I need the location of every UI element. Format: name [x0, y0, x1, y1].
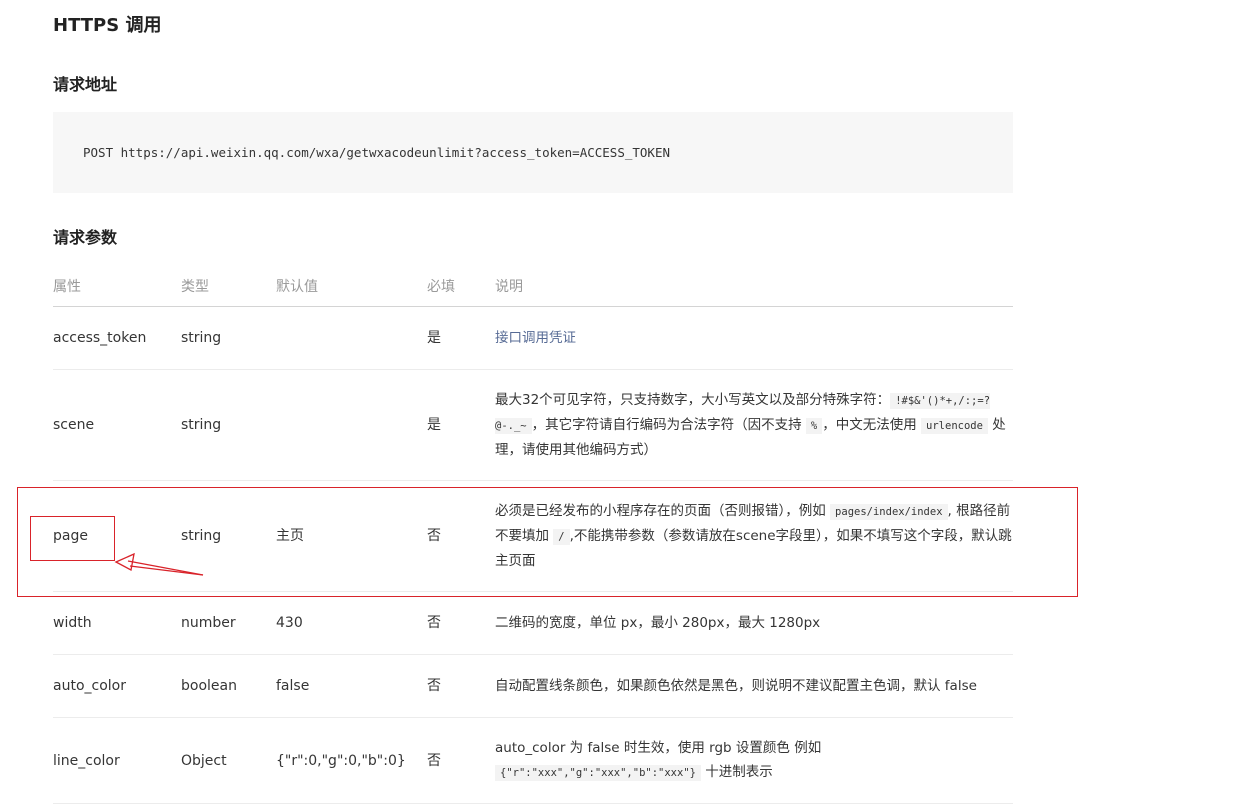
access-token-description: 接口调用凭证	[495, 330, 576, 346]
param-type: string	[181, 480, 276, 592]
param-default: 主页	[276, 480, 427, 592]
desc-text: ，中文无法使用	[822, 417, 917, 433]
desc-text: ，其它字符请自行编码为合法字符（因不支持	[531, 417, 802, 433]
param-name: access_token	[53, 306, 181, 370]
param-name: line_color	[53, 717, 181, 804]
column-header: 默认值	[276, 266, 427, 307]
desc-text: auto_color 为 false 时生效，使用 rgb 设置颜色 例如	[495, 740, 822, 756]
desc-text: ,不能携带参数（参数请放在scene字段里），如果不填写这个字段，默认跳主页面	[495, 528, 1012, 569]
column-header: 必填	[427, 266, 495, 307]
inline-code: %	[805, 418, 823, 434]
desc-text: 必须是已经发布的小程序存在的页面（否则报错），例如	[495, 503, 826, 519]
param-type: string	[181, 369, 276, 481]
param-default: 430	[276, 591, 427, 655]
table-row: width number 430 否 二维码的宽度，单位 px，最小 280px…	[53, 591, 1013, 655]
param-description: 接口调用凭证	[495, 306, 1013, 370]
table-row: page string 主页 否 必须是已经发布的小程序存在的页面（否则报错），…	[53, 480, 1013, 592]
param-name: auto_color	[53, 654, 181, 718]
param-required: 否	[427, 717, 495, 804]
param-type: string	[181, 306, 276, 370]
section-title: HTTPS 调用	[53, 15, 162, 36]
param-type: Object	[181, 717, 276, 804]
column-header: 说明	[495, 266, 1013, 307]
param-name: scene	[53, 369, 181, 481]
table-row: auto_color boolean false 否 自动配置线条颜色，如果颜色…	[53, 654, 1013, 718]
table-header-row: 属性 类型 默认值 必填 说明	[53, 266, 1013, 307]
inline-code: /	[553, 529, 570, 545]
param-required: 是	[427, 369, 495, 481]
param-description: 二维码的宽度，单位 px，最小 280px，最大 1280px	[495, 591, 1013, 655]
request-params-heading: 请求参数	[53, 228, 118, 247]
param-required: 否	[427, 480, 495, 592]
param-type: boolean	[181, 654, 276, 718]
param-required: 否	[427, 654, 495, 718]
inline-code: urlencode	[921, 418, 988, 434]
param-description: 自动配置线条颜色，如果颜色依然是黑色，则说明不建议配置主色调，默认 false	[495, 654, 1013, 718]
column-header: 属性	[53, 266, 181, 307]
inline-code: pages/index/index	[830, 504, 948, 520]
param-required: 是	[427, 306, 495, 370]
column-header: 类型	[181, 266, 276, 307]
request-url-heading: 请求地址	[53, 75, 118, 94]
desc-text: 十进制表示	[705, 764, 773, 780]
param-description: 必须是已经发布的小程序存在的页面（否则报错），例如 pages/index/in…	[495, 480, 1013, 592]
param-required: 否	[427, 591, 495, 655]
request-url-code: POST https://api.weixin.qq.com/wxa/getwx…	[83, 145, 670, 160]
params-table: 属性 类型 默认值 必填 说明 access_token string 是 接口…	[53, 266, 1013, 804]
param-name: page	[53, 480, 181, 592]
param-default	[276, 306, 427, 370]
table-row: line_color Object {"r":0,"g":0,"b":0} 否 …	[53, 717, 1013, 804]
param-default: {"r":0,"g":0,"b":0}	[276, 717, 427, 804]
table-row: scene string 是 最大32个可见字符，只支持数字，大小写英文以及部分…	[53, 369, 1013, 481]
param-default	[276, 369, 427, 481]
param-type: number	[181, 591, 276, 655]
param-name: width	[53, 591, 181, 655]
inline-code: {"r":"xxx","g":"xxx","b":"xxx"}	[495, 765, 701, 781]
param-description: 最大32个可见字符，只支持数字，大小写英文以及部分特殊字符： !#$&'()*+,…	[495, 369, 1013, 481]
request-url-code-block: POST https://api.weixin.qq.com/wxa/getwx…	[53, 112, 1013, 193]
param-default: false	[276, 654, 427, 718]
param-description: auto_color 为 false 时生效，使用 rgb 设置颜色 例如 {"r…	[495, 717, 1013, 804]
desc-text: 最大32个可见字符，只支持数字，大小写英文以及部分特殊字符：	[495, 392, 891, 408]
table-row: access_token string 是 接口调用凭证	[53, 306, 1013, 370]
